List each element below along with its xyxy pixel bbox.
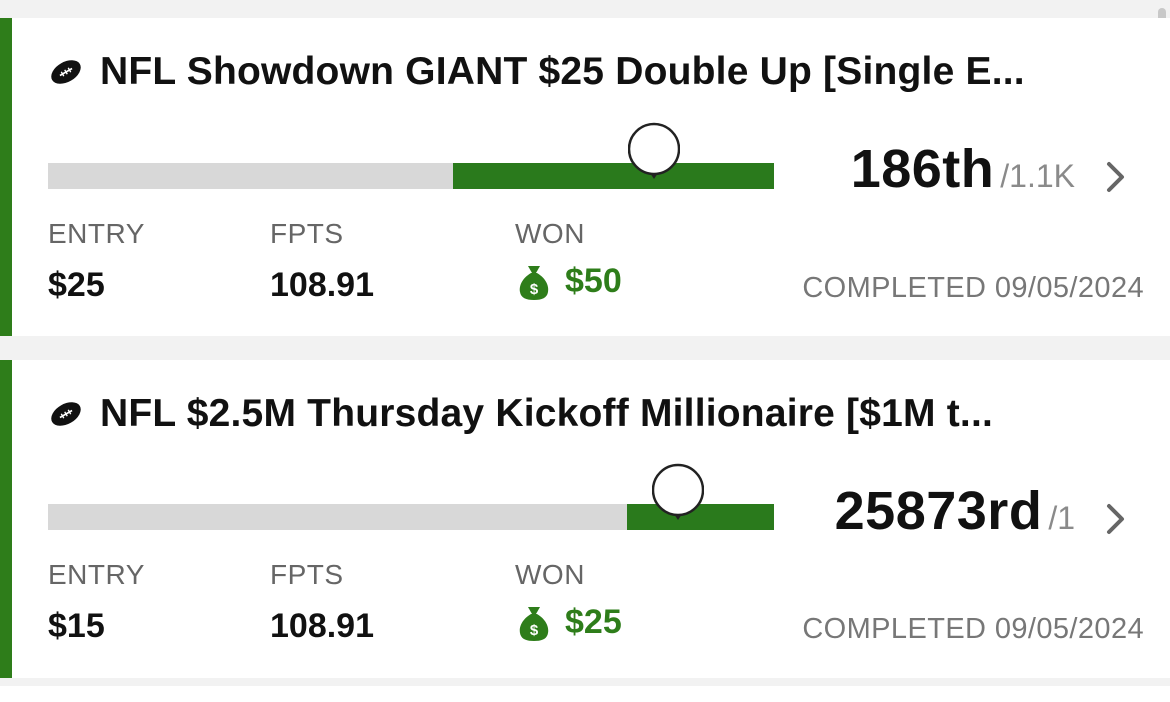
football-icon bbox=[51, 402, 81, 426]
contest-card[interactable]: NFL Showdown GIANT $25 Double Up [Single… bbox=[0, 18, 1170, 336]
chevron-right-icon[interactable] bbox=[1098, 502, 1132, 536]
rank-place: 25873rd bbox=[834, 481, 1043, 541]
entry-value: $15 bbox=[48, 607, 105, 645]
won-value: $25 bbox=[565, 603, 622, 641]
contest-list: NFL Showdown GIANT $25 Double Up [Single… bbox=[0, 0, 1170, 702]
won-amount: $ $50 bbox=[517, 262, 622, 301]
field-size: /1 bbox=[1048, 500, 1075, 536]
won-amount: $ $25 bbox=[517, 603, 622, 642]
rank-display: 186th /1.1K bbox=[851, 138, 1075, 214]
field-size: /1.1K bbox=[1000, 158, 1075, 194]
entry-label: ENTRY bbox=[48, 218, 145, 249]
completed-date: COMPLETED 09/05/2024 bbox=[802, 613, 1144, 645]
rank-display: 25873rd /1 bbox=[835, 480, 1075, 556]
entry-value: $25 bbox=[48, 266, 105, 304]
rank-marker-icon bbox=[652, 463, 704, 520]
rank-marker-icon bbox=[628, 122, 680, 179]
rank-place: 186th bbox=[850, 139, 995, 199]
contest-card-partial[interactable] bbox=[0, 686, 1170, 702]
money-bag-icon: $ bbox=[519, 606, 549, 641]
chevron-right-icon[interactable] bbox=[1098, 160, 1132, 194]
won-label: WON bbox=[515, 559, 585, 590]
progress-fill bbox=[453, 163, 774, 189]
contest-title: NFL Showdown GIANT $25 Double Up [Single… bbox=[100, 50, 1025, 93]
won-label: WON bbox=[515, 218, 585, 249]
card-accent-bar bbox=[0, 18, 12, 336]
svg-text:$: $ bbox=[530, 281, 539, 298]
money-bag-icon: $ bbox=[519, 265, 549, 300]
svg-text:$: $ bbox=[530, 622, 539, 639]
card-accent-bar bbox=[0, 360, 12, 678]
fpts-value: 108.91 bbox=[270, 266, 374, 304]
fpts-label: FPTS bbox=[270, 218, 344, 249]
contest-title: NFL $2.5M Thursday Kickoff Millionaire [… bbox=[100, 392, 994, 435]
entry-label: ENTRY bbox=[48, 559, 145, 590]
rank-progress-bar bbox=[48, 463, 774, 530]
won-value: $50 bbox=[565, 262, 622, 300]
football-icon bbox=[51, 60, 81, 84]
contest-card[interactable]: NFL $2.5M Thursday Kickoff Millionaire [… bbox=[0, 360, 1170, 678]
fpts-label: FPTS bbox=[270, 559, 344, 590]
completed-date: COMPLETED 09/05/2024 bbox=[802, 272, 1144, 304]
fpts-value: 108.91 bbox=[270, 607, 374, 645]
rank-progress-bar bbox=[48, 122, 774, 189]
